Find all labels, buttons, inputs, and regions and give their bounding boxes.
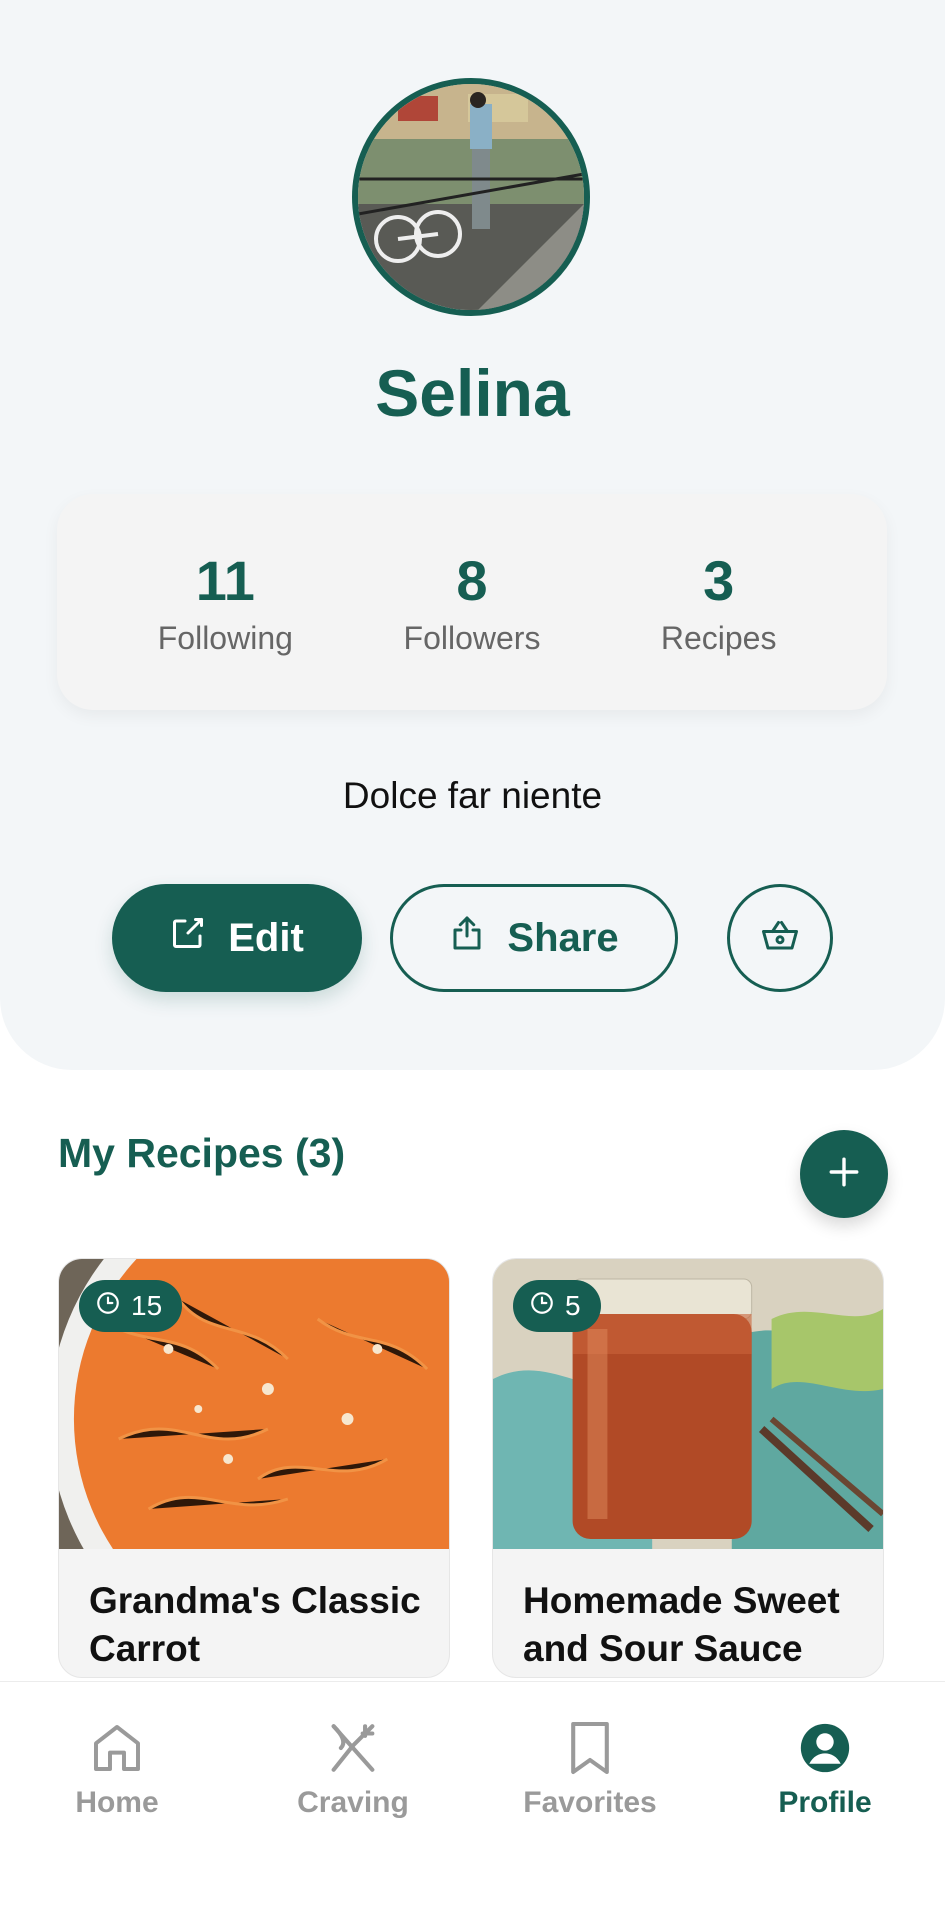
share-profile-button[interactable]: Share bbox=[390, 884, 678, 992]
add-recipe-button[interactable] bbox=[800, 1130, 888, 1218]
plus-icon bbox=[827, 1155, 861, 1194]
stat-label: Following bbox=[157, 619, 293, 656]
edit-profile-button[interactable]: Edit bbox=[112, 884, 362, 992]
bookmark-icon bbox=[490, 1718, 690, 1778]
home-icon bbox=[17, 1718, 217, 1778]
recipe-card[interactable]: 15 Grandma's Classic Carrot bbox=[58, 1258, 450, 1678]
stat-label: Recipes bbox=[660, 619, 777, 656]
recipe-card[interactable]: 5 Homemade Sweet and Sour Sauce bbox=[492, 1258, 884, 1678]
stat-recipes[interactable]: 3 Recipes bbox=[619, 548, 819, 657]
bottom-navigation: Home Craving Favorites Profile bbox=[0, 1681, 945, 1908]
stat-followers[interactable]: 8 Followers bbox=[372, 548, 572, 657]
stat-following[interactable]: 11 Following bbox=[125, 548, 325, 657]
share-icon bbox=[449, 913, 485, 963]
cook-time-value: 5 bbox=[565, 1290, 581, 1321]
cook-time-badge: 15 bbox=[79, 1280, 183, 1332]
stat-value: 8 bbox=[456, 548, 488, 612]
avatar[interactable] bbox=[352, 78, 590, 316]
nav-item-craving[interactable]: Craving bbox=[253, 1718, 453, 1820]
profile-stats: 11 Following 8 Followers 3 Recipes bbox=[57, 494, 887, 710]
avatar-photo bbox=[358, 84, 584, 310]
basket-icon bbox=[759, 918, 801, 959]
edit-icon bbox=[170, 915, 206, 961]
nav-item-favorites[interactable]: Favorites bbox=[490, 1718, 690, 1820]
nav-label: Craving bbox=[297, 1786, 409, 1819]
cook-time-value: 15 bbox=[131, 1290, 163, 1321]
recipe-title: Grandma's Classic Carrot bbox=[89, 1580, 421, 1669]
profile-icon bbox=[725, 1718, 925, 1778]
profile-bio: Dolce far niente bbox=[342, 775, 603, 816]
clock-icon bbox=[529, 1290, 555, 1323]
edit-button-label: Edit bbox=[228, 915, 304, 960]
share-button-label: Share bbox=[507, 915, 619, 960]
nav-label: Home bbox=[75, 1786, 159, 1819]
profile-name: Selina bbox=[375, 356, 570, 430]
stat-value: 3 bbox=[703, 548, 735, 612]
nav-label: Favorites bbox=[523, 1786, 657, 1819]
fork-knife-icon bbox=[253, 1718, 453, 1778]
stat-label: Followers bbox=[403, 619, 541, 656]
stat-value: 11 bbox=[195, 548, 255, 612]
nav-item-home[interactable]: Home bbox=[17, 1718, 217, 1820]
clock-icon bbox=[95, 1290, 121, 1323]
shopping-basket-button[interactable] bbox=[727, 884, 833, 992]
my-recipes-title: My Recipes (3) bbox=[58, 1130, 346, 1176]
recipe-title: Homemade Sweet and Sour Sauce bbox=[523, 1580, 840, 1669]
profile-header: Selina 11 Following 8 Followers 3 Recipe… bbox=[0, 0, 945, 1070]
cook-time-badge: 5 bbox=[513, 1280, 601, 1332]
nav-label: Profile bbox=[778, 1786, 872, 1819]
nav-item-profile[interactable]: Profile bbox=[725, 1718, 925, 1820]
